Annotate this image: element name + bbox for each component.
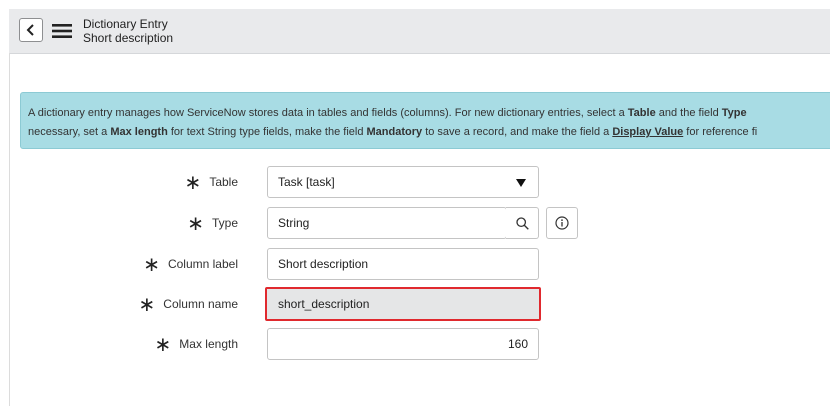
column-name-row: ∗ Column name short_description bbox=[0, 287, 830, 321]
required-icon: ∗ bbox=[138, 292, 156, 316]
column-label-label: ∗ Column label bbox=[143, 252, 238, 276]
type-info-button[interactable] bbox=[546, 207, 578, 239]
max-length-label: ∗ Max length bbox=[154, 332, 238, 356]
required-icon: ∗ bbox=[154, 332, 172, 356]
caret-down-icon bbox=[516, 179, 526, 187]
max-length-row: ∗ Max length 160 bbox=[0, 328, 830, 360]
column-label-input[interactable]: Short description bbox=[267, 248, 539, 280]
required-icon: ∗ bbox=[184, 170, 202, 194]
info-line-2: necessary, set a Max length for text Str… bbox=[28, 126, 758, 138]
display-value-link[interactable]: Display Value bbox=[612, 126, 683, 138]
column-label-row: ∗ Column label Short description bbox=[0, 248, 830, 280]
column-name-field: short_description bbox=[265, 287, 541, 321]
table-label: ∗ Table bbox=[184, 170, 238, 194]
required-icon: ∗ bbox=[187, 211, 204, 235]
info-icon bbox=[555, 216, 569, 230]
column-name-label: ∗ Column name bbox=[138, 292, 238, 316]
page-title: Dictionary Entry bbox=[83, 17, 168, 31]
search-icon bbox=[515, 216, 529, 230]
table-select[interactable]: Task [task] bbox=[267, 166, 539, 198]
type-label: ∗ Type bbox=[187, 211, 238, 235]
hamburger-menu-icon[interactable] bbox=[52, 24, 72, 38]
page-subtitle: Short description bbox=[83, 31, 174, 45]
max-length-input[interactable]: 160 bbox=[267, 328, 539, 360]
table-row-field: ∗ Table Task [task] bbox=[0, 166, 830, 198]
type-lookup-button[interactable] bbox=[506, 207, 539, 239]
info-line-1: A dictionary entry manages how ServiceNo… bbox=[28, 107, 747, 119]
required-icon: ∗ bbox=[143, 252, 160, 276]
title-block: Dictionary Entry Short description bbox=[83, 17, 173, 45]
chevron-left-icon bbox=[26, 24, 34, 36]
record-header: Dictionary Entry Short description bbox=[9, 9, 830, 54]
info-message: A dictionary entry manages how ServiceNo… bbox=[20, 92, 830, 149]
back-button[interactable] bbox=[19, 18, 43, 42]
type-input[interactable]: String bbox=[267, 207, 507, 239]
type-row-field: ∗ Type String bbox=[0, 207, 830, 239]
